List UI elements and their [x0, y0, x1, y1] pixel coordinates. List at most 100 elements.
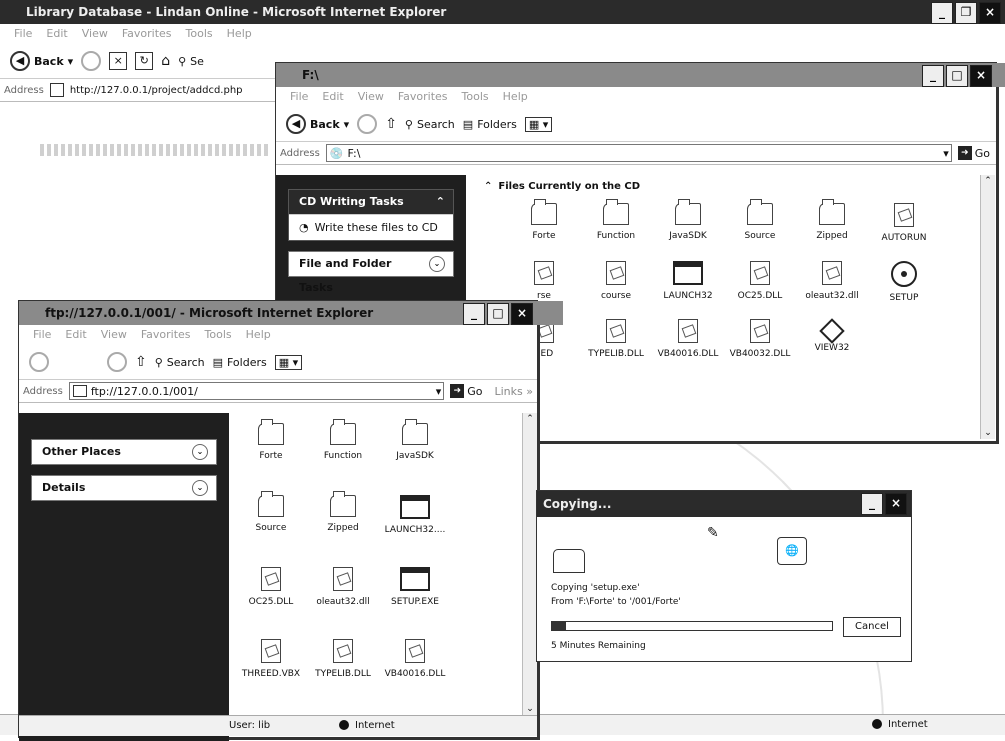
file-item[interactable]: TYPELIB.DLL — [580, 319, 652, 377]
search-button[interactable]: ⚲ Se — [178, 55, 204, 68]
file-item[interactable]: JavaSDK — [379, 419, 451, 495]
views-button[interactable]: ▦ ▾ — [524, 116, 553, 132]
menu-item-tools[interactable]: Tools — [186, 27, 213, 40]
close-button[interactable]: × — [511, 303, 533, 325]
close-button[interactable]: × — [970, 65, 992, 87]
file-item[interactable]: VB40032.DLL — [724, 319, 796, 377]
file-item[interactable]: VIEW32 — [796, 318, 868, 377]
home-icon[interactable]: ⌂ — [161, 53, 170, 69]
file-item[interactable]: Zipped — [796, 199, 868, 261]
forward-arrow-icon[interactable] — [107, 352, 127, 372]
file-item[interactable]: Zipped — [307, 491, 379, 567]
menu-item-favorites[interactable]: Favorites — [141, 328, 191, 341]
menu-item-file[interactable]: File — [14, 27, 32, 40]
menu-item-file[interactable]: File — [33, 328, 51, 341]
file-item[interactable]: THREED.VBX — [235, 639, 307, 711]
file-item[interactable]: Source — [235, 491, 307, 567]
up-folder-icon[interactable]: ⇧ — [385, 116, 397, 132]
search-button[interactable]: ⚲ Search — [155, 356, 205, 369]
vertical-scrollbar[interactable]: ⌃ ⌄ — [522, 413, 537, 715]
forward-arrow-icon[interactable] — [357, 114, 378, 134]
menu-item-view[interactable]: View — [358, 90, 384, 103]
links-button[interactable]: Links » — [495, 385, 534, 398]
close-button[interactable]: × — [979, 2, 1001, 24]
file-item[interactable]: TYPELIB.DLL — [307, 639, 379, 711]
file-item[interactable]: LAUNCH32.... — [379, 495, 451, 567]
menu-item-view[interactable]: View — [101, 328, 127, 341]
file-item[interactable]: VB40016.DLL — [379, 639, 451, 711]
file-item[interactable]: Function — [580, 199, 652, 261]
file-item[interactable]: SETUP.EXE — [379, 567, 451, 639]
address-input[interactable]: ftp://127.0.0.1/001/ ▾ — [68, 382, 445, 400]
menu-item-edit[interactable]: Edit — [322, 90, 343, 103]
menu-item-edit[interactable]: Edit — [65, 328, 86, 341]
maximize-button[interactable]: □ — [946, 65, 968, 87]
folders-button[interactable]: ▤ Folders — [213, 356, 267, 369]
folders-button[interactable]: ▤ Folders — [463, 118, 517, 131]
chevron-down-icon[interactable]: ▾ — [943, 147, 949, 160]
collapse-caret-icon[interactable]: ⌃ — [484, 181, 492, 192]
file-item[interactable]: AUTORUN — [868, 203, 940, 261]
file-item[interactable]: LAUNCH32 — [652, 261, 724, 319]
maximize-button[interactable]: □ — [487, 303, 509, 325]
address-input[interactable]: 💿 F:\ ▾ — [325, 144, 952, 162]
views-button[interactable]: ▦ ▾ — [274, 354, 303, 370]
menu-item-edit[interactable]: Edit — [46, 27, 67, 40]
go-button[interactable]: ➜ Go — [450, 384, 483, 398]
back-arrow-icon[interactable] — [29, 352, 49, 372]
menu-item-help[interactable]: Help — [503, 90, 528, 103]
menu-item-help[interactable]: Help — [246, 328, 271, 341]
file-item[interactable]: Source — [724, 199, 796, 261]
close-button[interactable]: × — [885, 493, 907, 515]
search-button[interactable]: ⚲ Search — [405, 118, 455, 131]
go-button[interactable]: ➜ Go — [957, 146, 990, 160]
file-folder-tasks-header[interactable]: File and Folder Tasks ⌄ — [289, 252, 453, 294]
stop-icon[interactable]: × — [109, 52, 128, 70]
minimize-button[interactable]: _ — [931, 2, 953, 24]
minimize-button[interactable]: _ — [861, 493, 883, 515]
menu-item-tools[interactable]: Tools — [462, 90, 489, 103]
back-button[interactable]: ◀ Back ▾ — [10, 51, 73, 71]
file-item[interactable]: VB40016.DLL — [652, 319, 724, 377]
chevron-down-icon[interactable]: ▾ — [436, 385, 442, 398]
other-places-header[interactable]: Other Places ⌄ — [32, 440, 216, 464]
minimize-button[interactable]: _ — [463, 303, 485, 325]
file-item[interactable]: Forte — [508, 199, 580, 261]
file-item[interactable]: Forte — [235, 419, 307, 495]
file-item[interactable]: oleaut32.dll — [796, 261, 868, 319]
menu-item-view[interactable]: View — [82, 27, 108, 40]
menu-item-favorites[interactable]: Favorites — [398, 90, 448, 103]
file-item[interactable]: SETUP — [868, 261, 940, 319]
menu-item-tools[interactable]: Tools — [205, 328, 232, 341]
menu-item-favorites[interactable]: Favorites — [122, 27, 172, 40]
menu-item-file[interactable]: File — [290, 90, 308, 103]
refresh-icon[interactable]: ↻ — [135, 52, 154, 70]
restore-button[interactable]: ❐ — [955, 2, 977, 24]
address-input[interactable]: http://127.0.0.1/project/addcd.php — [70, 85, 243, 96]
cd-writing-tasks-header[interactable]: CD Writing Tasks ⌃ — [289, 190, 453, 214]
minimize-button[interactable]: _ — [922, 65, 944, 87]
file-label: Source — [744, 231, 776, 241]
scroll-up-icon[interactable]: ⌃ — [981, 175, 995, 187]
cancel-button[interactable]: Cancel — [843, 617, 901, 637]
write-files-task[interactable]: ◔ Write these files to CD — [289, 214, 453, 240]
up-folder-icon[interactable]: ⇧ — [135, 354, 147, 370]
file-item[interactable]: oleaut32.dll — [307, 567, 379, 639]
file-item[interactable]: course — [580, 261, 652, 319]
scroll-down-icon[interactable]: ⌄ — [981, 427, 995, 439]
forward-arrow-icon[interactable] — [81, 51, 102, 71]
file-item[interactable]: OC25.DLL — [724, 261, 796, 319]
back-button[interactable]: ◀ Back ▾ — [286, 114, 349, 134]
exe-icon — [400, 495, 430, 519]
file-item[interactable]: JavaSDK — [652, 199, 724, 261]
file-label: JavaSDK — [669, 231, 707, 241]
file-item[interactable]: Function — [307, 419, 379, 495]
menu-item-help[interactable]: Help — [227, 27, 252, 40]
file-label: VIEW32 — [814, 343, 850, 353]
copy-progress-fill — [552, 622, 566, 630]
scroll-up-icon[interactable]: ⌃ — [523, 413, 537, 425]
scroll-down-icon[interactable]: ⌄ — [523, 703, 537, 715]
vertical-scrollbar[interactable]: ⌃ ⌄ — [980, 175, 995, 439]
details-header[interactable]: Details ⌄ — [32, 476, 216, 500]
file-item[interactable]: OC25.DLL — [235, 567, 307, 639]
